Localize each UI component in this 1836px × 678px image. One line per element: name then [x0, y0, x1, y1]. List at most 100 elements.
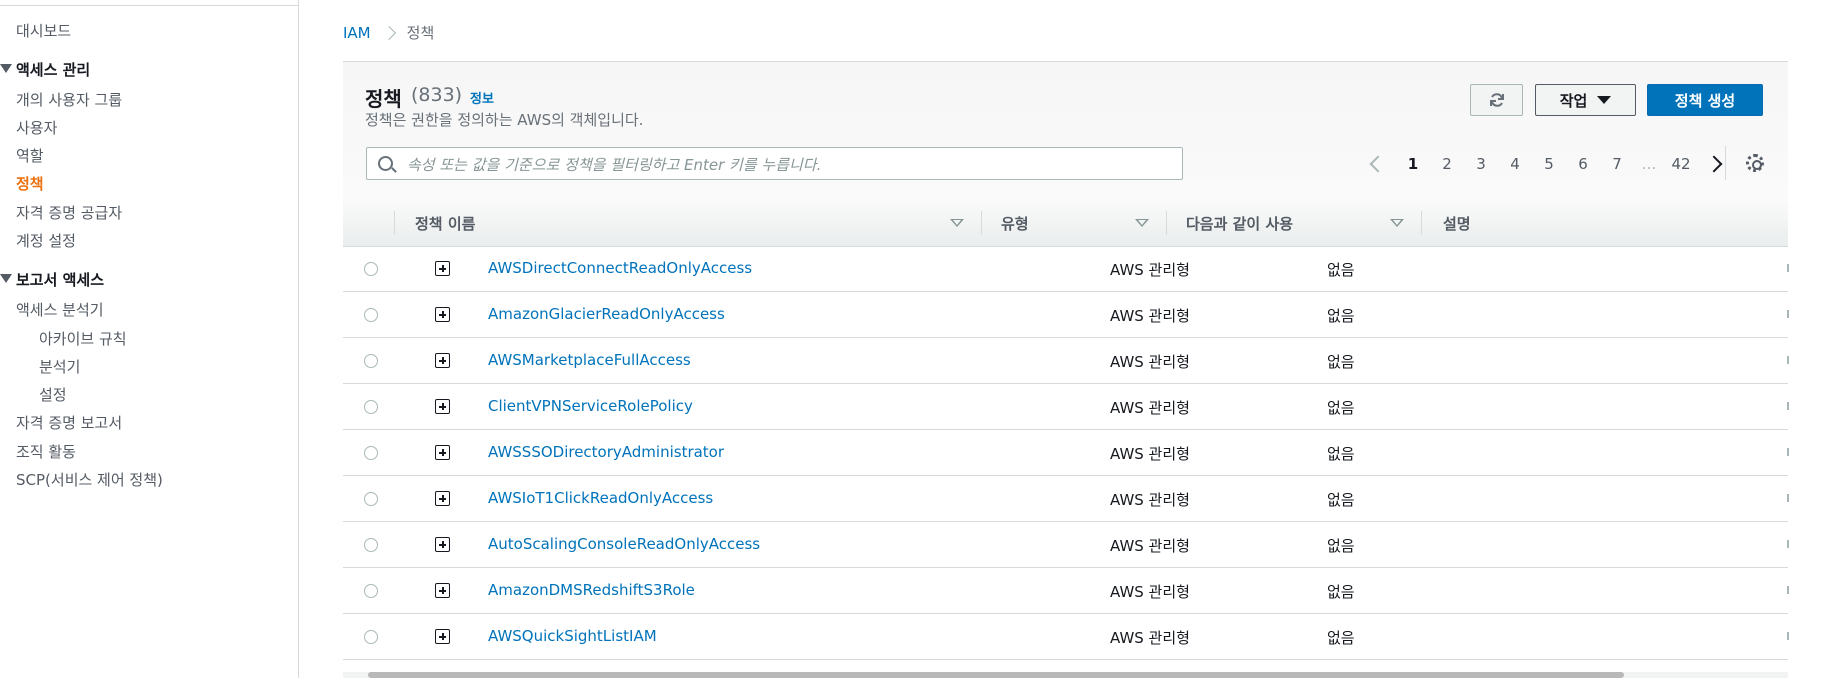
column-header-used-as[interactable]: 다음과 같이 사용: [1166, 200, 1421, 246]
sidebar-item-account-settings[interactable]: 계정 설정: [16, 230, 76, 251]
sidebar-item-analyzers[interactable]: 분석기: [39, 356, 80, 377]
table-body: AWSDirectConnectReadOnlyAccess AWS 관리형 없…: [343, 246, 1789, 660]
row-radio[interactable]: [364, 492, 378, 506]
table-row[interactable]: AmazonDMSRedshiftS3Role AWS 관리형 없음: [343, 568, 1789, 614]
table-row[interactable]: AWSMarketplaceFullAccess AWS 관리형 없음: [343, 338, 1789, 384]
table-row[interactable]: AutoScalingConsoleReadOnlyAccess AWS 관리형…: [343, 522, 1789, 568]
gear-icon[interactable]: [1746, 154, 1764, 172]
sidebar-item-policies[interactable]: 정책: [16, 173, 44, 194]
plus-square-icon[interactable]: [435, 583, 450, 598]
row-radio[interactable]: [364, 308, 378, 322]
row-radio[interactable]: [364, 400, 378, 414]
page-5-button[interactable]: 5: [1532, 155, 1566, 173]
policy-name-link[interactable]: AWSQuickSightListIAM: [488, 627, 657, 645]
chevron-right-icon: [381, 25, 396, 40]
search-icon: [378, 156, 393, 171]
column-header-policy-name[interactable]: 정책 이름: [394, 200, 981, 246]
policy-type: AWS 관리형: [1110, 491, 1190, 509]
sort-caret-icon: [1135, 219, 1149, 227]
sidebar-item-archive-rules[interactable]: 아카이브 규칙: [39, 328, 127, 349]
table-row[interactable]: AmazonGlacierReadOnlyAccess AWS 관리형 없음: [343, 292, 1789, 338]
policy-name-link[interactable]: AmazonGlacierReadOnlyAccess: [488, 305, 725, 323]
row-radio[interactable]: [364, 354, 378, 368]
plus-square-icon[interactable]: [435, 307, 450, 322]
caret-down-icon: [0, 64, 12, 73]
description-truncated: [1787, 356, 1789, 364]
page-3-button[interactable]: 3: [1464, 155, 1498, 173]
column-label: 다음과 같이 사용: [1186, 214, 1294, 233]
sidebar-item-credential-report[interactable]: 자격 증명 보고서: [16, 412, 122, 433]
policy-used-as: 없음: [1327, 307, 1355, 325]
column-label: 정책 이름: [415, 214, 476, 233]
plus-square-icon[interactable]: [435, 399, 450, 414]
policy-type: AWS 관리형: [1110, 261, 1190, 279]
horizontal-scrollbar-thumb[interactable]: [368, 672, 1624, 678]
description-truncated: [1787, 540, 1789, 548]
page-1-button[interactable]: 1: [1396, 155, 1430, 173]
row-radio[interactable]: [364, 538, 378, 552]
page-last-button[interactable]: 42: [1664, 155, 1698, 173]
plus-square-icon[interactable]: [435, 353, 450, 368]
sidebar-item-users[interactable]: 사용자: [16, 117, 57, 138]
column-header-description[interactable]: 설명: [1421, 200, 1788, 246]
policy-name-link[interactable]: AWSSSODirectoryAdministrator: [488, 443, 724, 461]
breadcrumb-iam-link[interactable]: IAM: [343, 24, 371, 42]
policy-name-link[interactable]: AutoScalingConsoleReadOnlyAccess: [488, 535, 760, 553]
policy-name-link[interactable]: ClientVPNServiceRolePolicy: [488, 397, 693, 415]
row-radio[interactable]: [364, 446, 378, 460]
sidebar-item-identity-providers[interactable]: 자격 증명 공급자: [16, 202, 122, 223]
policy-used-as: 없음: [1327, 353, 1355, 371]
table-row[interactable]: ClientVPNServiceRolePolicy AWS 관리형 없음: [343, 384, 1789, 430]
sidebar-item-dashboard[interactable]: 대시보드: [16, 20, 71, 41]
sidebar-item-analyzer-settings[interactable]: 설정: [39, 384, 67, 405]
policy-name-link[interactable]: AWSIoT1ClickReadOnlyAccess: [488, 489, 713, 507]
page-2-button[interactable]: 2: [1430, 155, 1464, 173]
plus-square-icon[interactable]: [435, 445, 450, 460]
page-6-button[interactable]: 6: [1566, 155, 1600, 173]
column-header-type[interactable]: 유형: [981, 200, 1166, 246]
table-header: 정책 이름 유형 다음과 같이 사용 설명: [343, 200, 1788, 247]
row-radio[interactable]: [364, 630, 378, 644]
refresh-button[interactable]: [1470, 84, 1523, 116]
policy-used-as: 없음: [1327, 629, 1355, 647]
page-7-button[interactable]: 7: [1600, 155, 1634, 173]
policy-used-as: 없음: [1327, 399, 1355, 417]
sidebar-section-access-reports[interactable]: 보고서 액세스: [0, 269, 104, 290]
toolbar-divider: [1725, 146, 1726, 180]
chevron-left-icon[interactable]: [1369, 155, 1387, 173]
page-4-button[interactable]: 4: [1498, 155, 1532, 173]
table-row[interactable]: AWSIoT1ClickReadOnlyAccess AWS 관리형 없음: [343, 476, 1789, 522]
policy-type: AWS 관리형: [1110, 629, 1190, 647]
plus-square-icon[interactable]: [435, 629, 450, 644]
create-policy-button[interactable]: 정책 생성: [1647, 84, 1763, 116]
row-radio[interactable]: [364, 584, 378, 598]
row-radio[interactable]: [364, 262, 378, 276]
policy-name-link[interactable]: AWSMarketplaceFullAccess: [488, 351, 691, 369]
sidebar-item-user-groups[interactable]: 개의 사용자 그룹: [16, 89, 122, 110]
description-truncated: [1787, 448, 1789, 456]
table-row[interactable]: AWSDirectConnectReadOnlyAccess AWS 관리형 없…: [343, 246, 1789, 292]
page-ellipsis: ...: [1641, 155, 1657, 173]
sidebar-item-organization-activity[interactable]: 조직 활동: [16, 441, 76, 462]
actions-button[interactable]: 작업: [1535, 84, 1636, 116]
plus-square-icon[interactable]: [435, 261, 450, 276]
policies-panel: 정책 (833) 정보 정책은 권한을 정의하는 AWS의 객체입니다. 작업 …: [343, 62, 1789, 678]
info-link[interactable]: 정보: [470, 88, 494, 107]
sidebar-item-roles[interactable]: 역할: [16, 145, 44, 166]
plus-square-icon[interactable]: [435, 537, 450, 552]
policy-name-link[interactable]: AmazonDMSRedshiftS3Role: [488, 581, 695, 599]
sidebar-section-access-management[interactable]: 액세스 관리: [0, 59, 90, 80]
chevron-right-icon[interactable]: [1705, 155, 1723, 173]
plus-square-icon[interactable]: [435, 491, 450, 506]
sidebar-item-scp[interactable]: SCP(서비스 제어 정책): [16, 469, 163, 490]
table-row[interactable]: AWSQuickSightListIAM AWS 관리형 없음: [343, 614, 1789, 660]
search-input[interactable]: [405, 148, 1169, 181]
description-truncated: [1787, 494, 1789, 502]
sidebar-item-access-analyzer[interactable]: 액세스 분석기: [16, 299, 104, 320]
table-row[interactable]: AWSSSODirectoryAdministrator AWS 관리형 없음: [343, 430, 1789, 476]
page-description: 정책은 권한을 정의하는 AWS의 객체입니다.: [365, 111, 644, 129]
sidebar: 대시보드 액세스 관리 개의 사용자 그룹 사용자 역할 정책 자격 증명 공급…: [0, 0, 299, 678]
sort-caret-icon: [1390, 219, 1404, 227]
policy-name-link[interactable]: AWSDirectConnectReadOnlyAccess: [488, 259, 752, 277]
policy-count: (833): [411, 84, 463, 106]
